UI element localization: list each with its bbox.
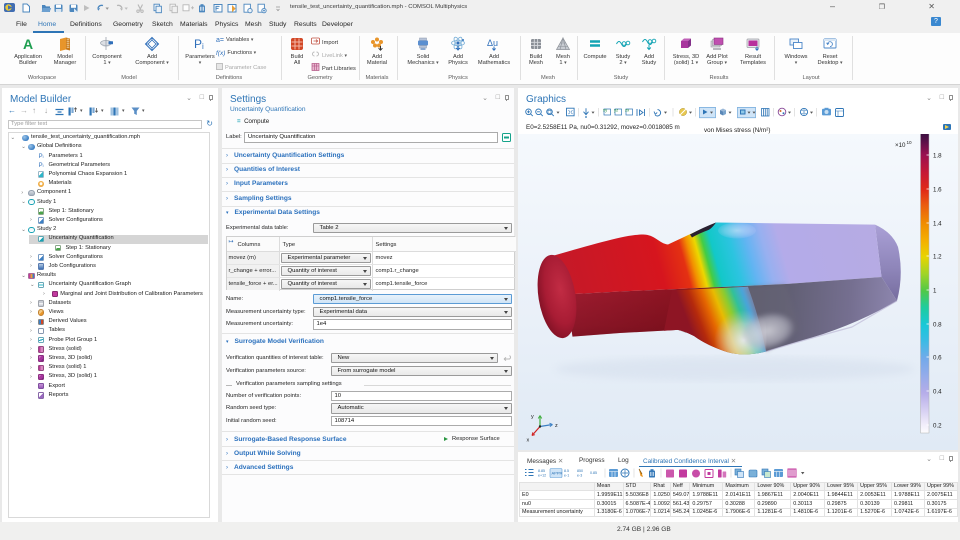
svg-text:P: P <box>194 37 202 51</box>
svg-text:1.6: 1.6 <box>933 187 942 194</box>
svg-text:y: y <box>531 414 534 420</box>
svg-text:0.6: 0.6 <box>933 355 942 362</box>
svg-text:z: z <box>555 423 558 429</box>
svg-text:10: 10 <box>907 140 913 145</box>
svg-text:APPR: APPR <box>552 471 563 476</box>
svg-text:1: 1 <box>933 288 937 295</box>
svg-text:0.2: 0.2 <box>933 423 942 430</box>
svg-text:1.4: 1.4 <box>933 221 942 228</box>
svg-text:A: A <box>23 36 33 52</box>
svg-text:8.85: 8.85 <box>538 469 545 473</box>
svg-text:e-3: e-3 <box>577 474 582 478</box>
svg-text:1.2: 1.2 <box>933 254 942 261</box>
svg-text:e-1: e-1 <box>564 474 569 478</box>
svg-text:i: i <box>202 42 204 51</box>
svg-text:850: 850 <box>577 469 583 473</box>
svg-text:0.85: 0.85 <box>590 471 597 475</box>
svg-text:1.8: 1.8 <box>933 153 942 160</box>
svg-text:e+12: e+12 <box>538 474 546 478</box>
svg-text:zx: zx <box>625 108 630 113</box>
svg-text:0.8: 0.8 <box>933 322 942 329</box>
svg-text:8.5: 8.5 <box>564 469 569 473</box>
svg-text:0.4: 0.4 <box>933 389 942 396</box>
svg-text:Δu: Δu <box>487 38 498 48</box>
svg-text:×10: ×10 <box>895 142 906 149</box>
svg-text:xy: xy <box>603 108 608 113</box>
svg-text:x: x <box>527 438 530 444</box>
svg-text:yz: yz <box>614 108 618 113</box>
